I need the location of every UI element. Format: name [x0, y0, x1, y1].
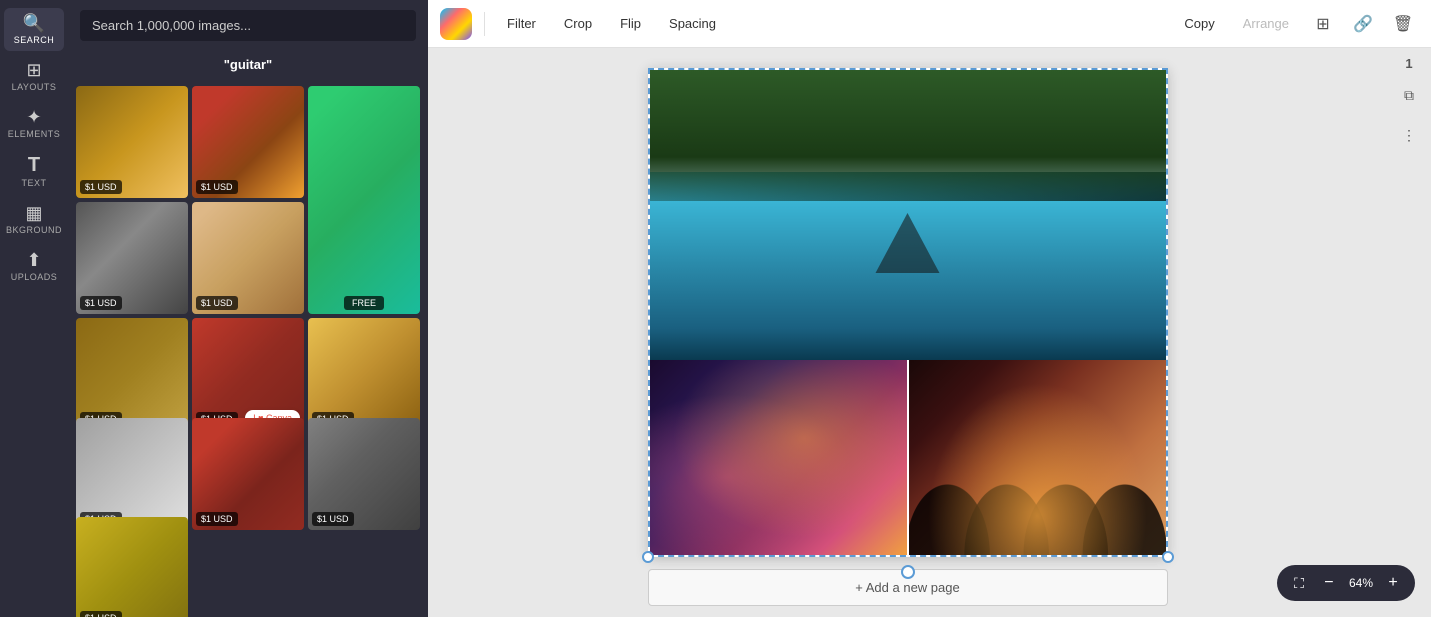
price-badge: $1 USD: [196, 180, 238, 194]
search-results-title: "guitar": [68, 51, 428, 82]
crop-button[interactable]: Crop: [554, 10, 602, 37]
selection-handle-br[interactable]: [1162, 551, 1174, 563]
price-badge: $1 USD: [196, 296, 238, 310]
text-icon: T: [28, 155, 40, 175]
flip-button[interactable]: Flip: [610, 10, 651, 37]
app-logo[interactable]: [440, 8, 472, 40]
layouts-icon: ⊞: [26, 61, 41, 79]
toolbar: Filter Crop Flip Spacing Copy Arrange ⊞ …: [428, 0, 1431, 48]
sidebar-item-background[interactable]: ▦ BKGROUND: [4, 198, 64, 241]
grid-button[interactable]: ⊞: [1307, 8, 1339, 40]
zoom-plus-button[interactable]: +: [1379, 569, 1407, 597]
sidebar-item-search[interactable]: 🔍 SEARCH: [4, 8, 64, 51]
sidebar-item-label: TEXT: [21, 178, 46, 188]
link-icon: 🔗: [1353, 14, 1373, 34]
sidebar-item-label: BKGROUND: [6, 225, 62, 235]
search-panel: "guitar" $1 USD $1 USD FREE $1 USD $1 US…: [68, 0, 428, 617]
list-item[interactable]: $1 USD: [76, 202, 188, 314]
photo-collage[interactable]: [648, 68, 1168, 557]
list-item[interactable]: $1 USD: [192, 86, 304, 198]
sidebar-item-label: ELEMENTS: [8, 129, 61, 139]
trees-layer: [650, 70, 1166, 215]
duplicate-icon: ⧉: [1404, 87, 1414, 104]
search-bar-container: [68, 0, 428, 51]
rotate-handle[interactable]: [901, 565, 915, 579]
canvas-page-wrapper: [648, 68, 1168, 557]
sidebar-item-label: UPLOADS: [11, 272, 58, 282]
list-item[interactable]: $1 USD: [76, 517, 188, 617]
more-options-button[interactable]: ⋮: [1393, 119, 1425, 151]
filter-button[interactable]: Filter: [497, 10, 546, 37]
uploads-icon: ⬆: [26, 251, 41, 269]
canvas-page[interactable]: [648, 68, 1168, 557]
list-item[interactable]: $1 USD I ♥ Canva: [192, 318, 304, 430]
sidebar-item-label: LAYOUTS: [12, 82, 57, 92]
left-sidebar: 🔍 SEARCH ⊞ LAYOUTS ✦ ELEMENTS T TEXT ▦ B…: [0, 0, 68, 617]
list-item[interactable]: $1 USD: [308, 318, 420, 430]
collage-bottom-right-image[interactable]: [907, 360, 1166, 555]
grid-icon: ⊞: [1316, 14, 1329, 34]
collage-top-image[interactable]: [650, 70, 1166, 360]
list-item[interactable]: $1 USD: [76, 86, 188, 198]
arrange-button[interactable]: Arrange: [1233, 10, 1299, 37]
toolbar-separator: [484, 12, 485, 36]
zoom-bar: ⛶ − 64% +: [1277, 565, 1415, 601]
delete-button[interactable]: 🗑: [1387, 8, 1419, 40]
list-item[interactable]: $1 USD: [76, 418, 188, 530]
background-icon: ▦: [25, 204, 42, 222]
sidebar-item-layouts[interactable]: ⊞ LAYOUTS: [4, 55, 64, 98]
collage-bottom-left-image[interactable]: [650, 360, 907, 555]
add-page-label: + Add a new page: [855, 580, 959, 595]
trash-icon: 🗑: [1393, 14, 1413, 34]
search-icon: 🔍: [23, 14, 45, 32]
zoom-minus-button[interactable]: −: [1315, 569, 1343, 597]
selection-handle-bl[interactable]: [642, 551, 654, 563]
zoom-level: 64%: [1345, 576, 1377, 590]
canvas-area: + Add a new page: [428, 48, 1387, 617]
sidebar-item-text[interactable]: T TEXT: [4, 149, 64, 194]
right-panel: 1 ⧉ ⋮: [1387, 48, 1431, 617]
list-item[interactable]: $1 USD: [308, 418, 420, 530]
search-input[interactable]: [80, 10, 416, 41]
collage-bottom-row: [650, 360, 1166, 555]
list-item[interactable]: $1 USD: [192, 202, 304, 314]
image-grid: $1 USD $1 USD FREE $1 USD $1 USD $1 USD …: [68, 82, 428, 617]
more-icon: ⋮: [1402, 127, 1416, 144]
price-badge: $1 USD: [312, 512, 354, 526]
link-button[interactable]: 🔗: [1347, 8, 1379, 40]
price-badge: $1 USD: [196, 512, 238, 526]
price-badge: $1 USD: [80, 296, 122, 310]
elements-icon: ✦: [26, 108, 41, 126]
fit-icon: ⛶: [1294, 575, 1304, 592]
list-item[interactable]: FREE: [308, 86, 420, 314]
duplicate-page-button[interactable]: ⧉: [1393, 79, 1425, 111]
list-item[interactable]: $1 USD: [192, 418, 304, 530]
main-area: Filter Crop Flip Spacing Copy Arrange ⊞ …: [428, 0, 1431, 617]
copy-button[interactable]: Copy: [1174, 10, 1224, 37]
zoom-fit-button[interactable]: ⛶: [1285, 569, 1313, 597]
page-number: 1: [1405, 56, 1412, 71]
sidebar-item-elements[interactable]: ✦ ELEMENTS: [4, 102, 64, 145]
free-badge: FREE: [344, 296, 384, 310]
spacing-button[interactable]: Spacing: [659, 10, 726, 37]
sidebar-item-uploads[interactable]: ⬆ UPLOADS: [4, 245, 64, 288]
sidebar-item-label: SEARCH: [14, 35, 55, 45]
price-badge: $1 USD: [80, 180, 122, 194]
canoe-image: [650, 70, 1166, 360]
price-badge: $1 USD: [80, 611, 122, 617]
list-item[interactable]: $1 USD: [76, 318, 188, 430]
